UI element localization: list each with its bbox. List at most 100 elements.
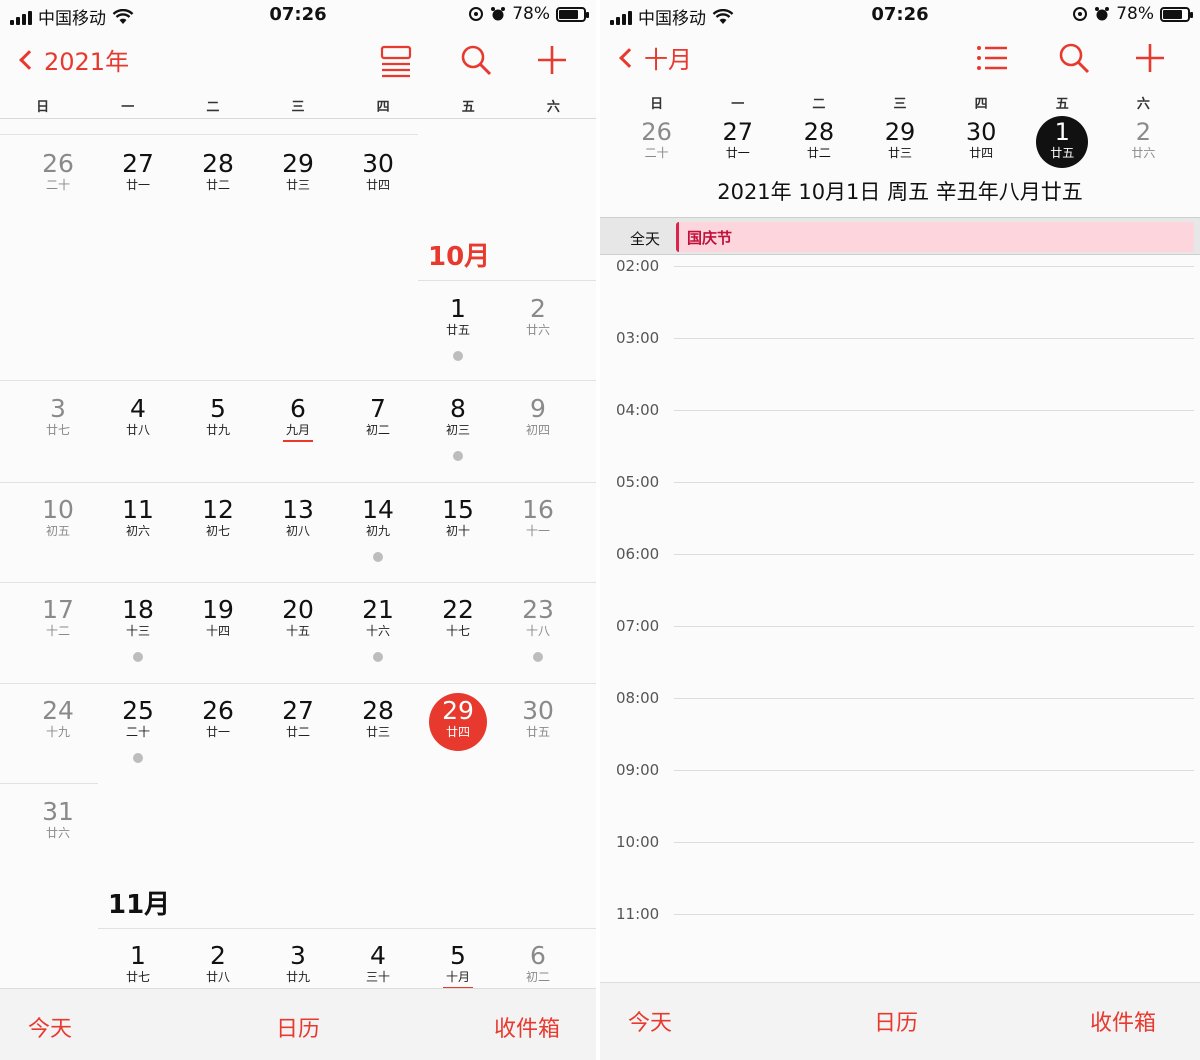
day-number: 15	[442, 495, 474, 524]
hour-row[interactable]: 04:00	[600, 401, 1200, 421]
hour-gridline	[674, 842, 1194, 843]
day-cell[interactable]: 14 初九	[338, 496, 418, 562]
lunar-date: 廿六	[525, 323, 550, 337]
lunar-date: 廿一	[125, 178, 150, 192]
day-cell[interactable]: 12 初七	[178, 496, 258, 539]
day-cell[interactable]: 21 十六	[338, 596, 418, 662]
day-cell[interactable]: 15 初十	[418, 495, 498, 539]
today-tab[interactable]: 今天	[628, 1005, 672, 1037]
day-cell[interactable]: 1 廿五	[418, 295, 498, 361]
hour-row[interactable]: 07:00	[600, 617, 1200, 637]
week-day[interactable]: 29 廿三	[859, 118, 940, 174]
day-cell[interactable]: 28 廿三	[338, 697, 418, 740]
day-cell[interactable]: 19 十四	[178, 596, 258, 639]
day-cell[interactable]: 24 十九	[18, 696, 98, 740]
day-cell[interactable]: 17 十二	[18, 596, 98, 639]
back-button[interactable]: 十月	[616, 40, 692, 75]
lunar-date: 二十	[644, 146, 669, 160]
lunar-date: 初四	[525, 423, 550, 437]
hour-row[interactable]: 05:00	[600, 473, 1200, 493]
list-view-icon[interactable]	[974, 40, 1010, 76]
add-icon[interactable]	[1132, 40, 1168, 76]
alarm-icon	[1095, 7, 1110, 21]
day-cell[interactable]: 18 十三	[98, 596, 178, 662]
day-number: 30	[522, 696, 554, 725]
calendars-tab[interactable]: 日历	[874, 1005, 918, 1037]
day-cell[interactable]: 31 廿六	[18, 798, 98, 841]
day-number: 21	[362, 595, 394, 624]
day-number: 1	[450, 294, 466, 323]
day-cell[interactable]: 1 廿七	[98, 942, 178, 985]
day-cell[interactable]: 20 十五	[258, 596, 338, 639]
day-cell[interactable]: 27 廿二	[258, 696, 338, 740]
day-number: 4	[370, 941, 386, 970]
orientation-lock-icon	[1073, 7, 1088, 21]
day-cell[interactable]: 29 廿三	[258, 150, 338, 193]
day-number: 27	[722, 118, 753, 146]
hour-row[interactable]: 10:00	[600, 833, 1200, 853]
hour-row[interactable]: 11:00	[600, 905, 1200, 925]
day-cell[interactable]: 5 十月	[418, 942, 498, 989]
week-day[interactable]: 28 廿二	[778, 118, 859, 174]
day-cell[interactable]: 16 十一	[498, 496, 578, 539]
week-day-selected[interactable]: 1 廿五	[1022, 116, 1103, 174]
hour-row[interactable]: 06:00	[600, 545, 1200, 565]
day-cell[interactable]: 6 初二	[498, 942, 578, 985]
day-cell[interactable]: 4 三十	[338, 941, 418, 985]
hour-row[interactable]: 08:00	[600, 689, 1200, 709]
day-number: 14	[362, 495, 394, 524]
day-number: 2	[210, 941, 226, 970]
day-number: 28	[202, 149, 234, 178]
day-cell[interactable]: 7 初二	[338, 395, 418, 438]
day-cell[interactable]: 13 初八	[258, 496, 338, 539]
day-cell[interactable]: 3 廿七	[18, 395, 98, 438]
day-cell[interactable]: 8 初三	[418, 395, 498, 461]
day-number: 24	[42, 696, 74, 725]
day-number: 1	[1054, 118, 1070, 146]
weekday-label: 六	[1136, 97, 1150, 112]
calendars-tab[interactable]: 日历	[276, 1011, 320, 1043]
day-number: 8	[450, 394, 466, 423]
weekday-header: 日 一 二 三 四 五 六	[600, 93, 1200, 112]
lunar-date: 初五	[45, 524, 70, 538]
month-label-october: 10月	[428, 242, 491, 272]
day-cell[interactable]: 25 二十	[98, 697, 178, 763]
day-cell[interactable]: 26 廿一	[178, 697, 258, 740]
search-icon[interactable]	[1056, 40, 1092, 76]
day-cell[interactable]: 3 廿九	[258, 942, 338, 985]
day-cell[interactable]: 28 廿二	[178, 149, 258, 193]
hour-gridline	[674, 410, 1194, 411]
day-cell[interactable]: 4 廿八	[98, 395, 178, 438]
day-cell[interactable]: 10 初五	[18, 496, 98, 539]
day-cell[interactable]: 11 初六	[98, 496, 178, 539]
day-cell[interactable]: 22 十七	[418, 596, 498, 639]
inbox-tab[interactable]: 收件箱	[494, 1011, 560, 1043]
day-cell[interactable]: 9 初四	[498, 395, 578, 438]
day-cell[interactable]: 2 廿八	[178, 941, 258, 985]
hour-row[interactable]: 02:00	[600, 257, 1200, 277]
day-cell[interactable]: 23 十八	[498, 596, 578, 662]
week-day[interactable]: 26 二十	[616, 118, 697, 174]
inbox-tab[interactable]: 收件箱	[1090, 1005, 1156, 1037]
lunar-date: 初九	[365, 524, 390, 538]
day-cell[interactable]: 6 九月	[258, 395, 338, 442]
lunar-date: 廿三	[365, 725, 390, 739]
week-day[interactable]: 27 廿一	[697, 118, 778, 174]
day-cell[interactable]: 30 廿四	[338, 150, 418, 193]
day-number: 18	[122, 595, 154, 624]
week-day[interactable]: 30 廿四	[941, 118, 1022, 174]
day-cell-today[interactable]: 29 廿四	[418, 693, 498, 751]
day-cell[interactable]: 27 廿一	[98, 150, 178, 193]
day-cell[interactable]: 2 廿六	[498, 295, 578, 338]
day-cell[interactable]: 5 廿九	[178, 395, 258, 438]
week-day[interactable]: 2 廿六	[1103, 118, 1184, 174]
day-cell[interactable]: 30 廿五	[498, 696, 578, 740]
day-cell[interactable]: 26 二十	[18, 150, 98, 193]
today-tab[interactable]: 今天	[28, 1011, 72, 1043]
all-day-event[interactable]: 国庆节	[676, 222, 1194, 252]
hour-row[interactable]: 03:00	[600, 329, 1200, 349]
day-number: 27	[282, 696, 314, 725]
hour-row[interactable]: 09:00	[600, 761, 1200, 781]
hour-gridline	[674, 770, 1194, 771]
lunar-date: 三十	[365, 970, 390, 984]
